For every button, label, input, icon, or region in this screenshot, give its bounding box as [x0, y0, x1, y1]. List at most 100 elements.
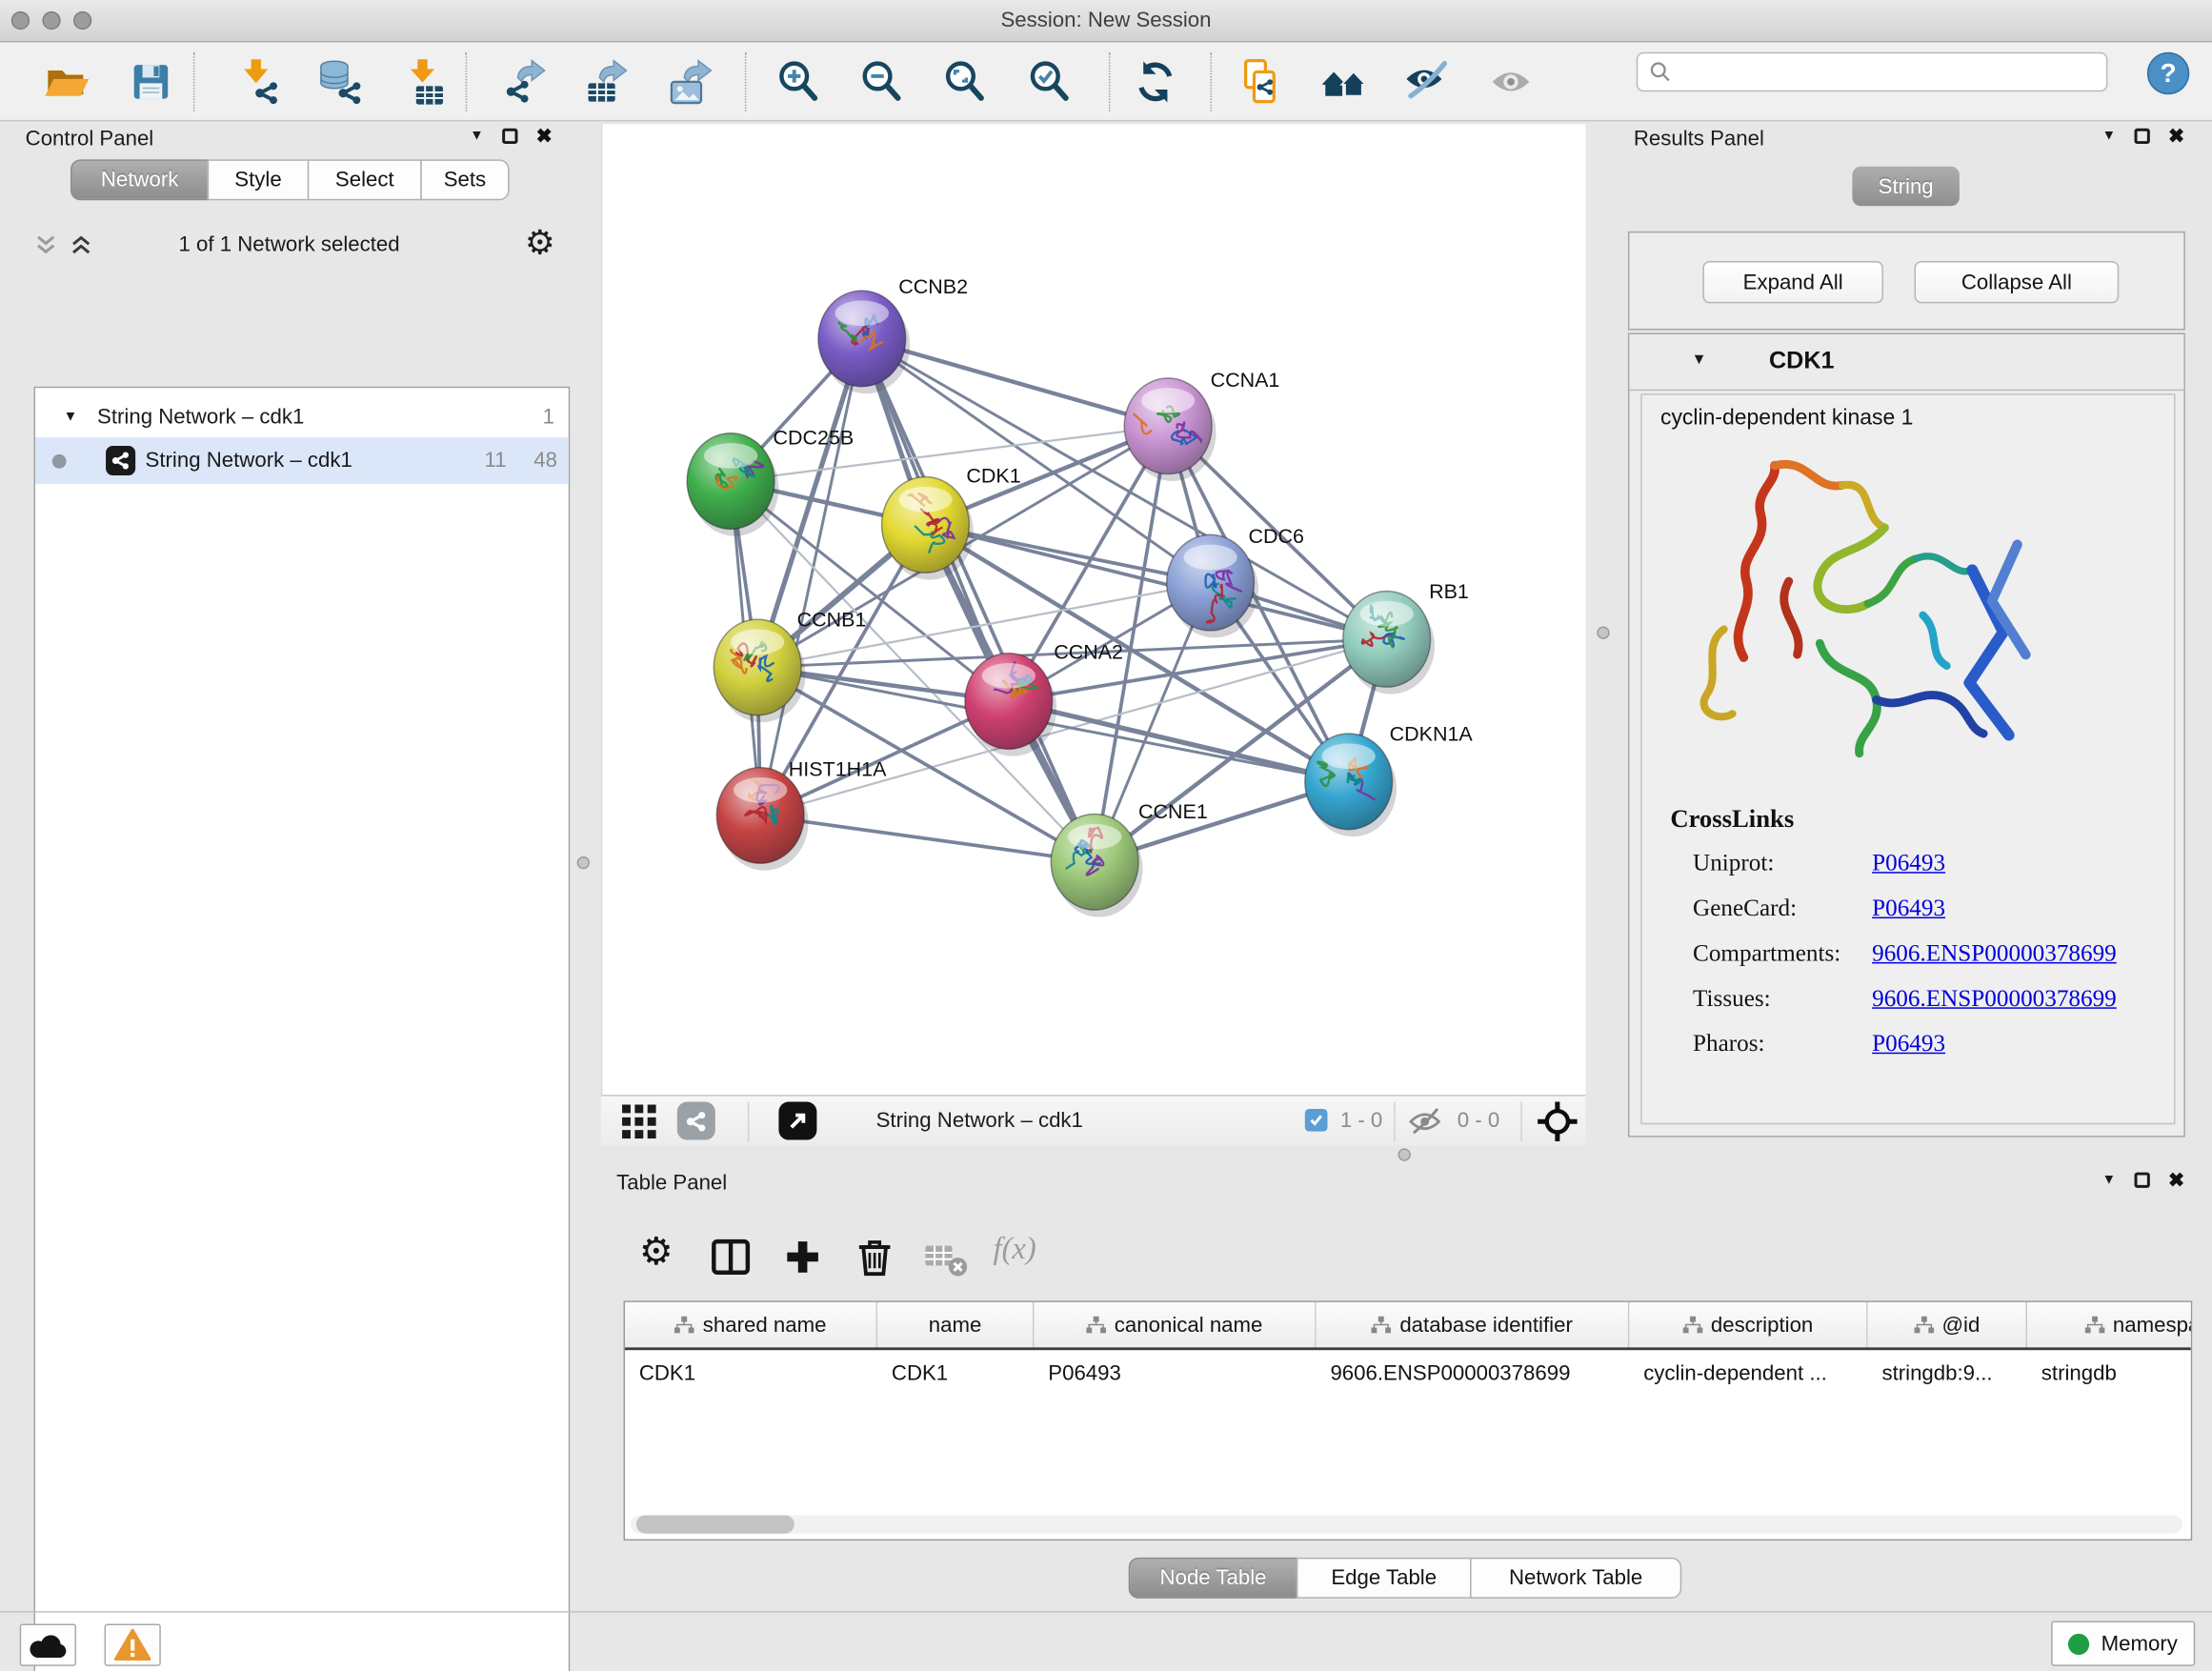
chevron-down-icon[interactable]: ▼: [1692, 352, 1707, 369]
panel-menu-icon[interactable]: ▼: [470, 129, 484, 144]
table-header-row: shared namenamecanonical namedatabase id…: [625, 1302, 2191, 1350]
tab-node-table[interactable]: Node Table: [1129, 1558, 1298, 1599]
panel-float-icon[interactable]: [2134, 129, 2149, 144]
column-header-shared-name[interactable]: shared name: [625, 1302, 877, 1347]
export-image-icon[interactable]: [666, 58, 714, 106]
share-view-icon[interactable]: [677, 1102, 715, 1140]
graph-node-CCNA2[interactable]: CCNA2: [965, 641, 1123, 756]
table-row[interactable]: CDK1CDK1P064939606.ENSP00000378699cyclin…: [625, 1350, 2191, 1395]
graph-node-CDC25B[interactable]: CDC25B: [687, 426, 854, 535]
zoom-selected-icon[interactable]: [1026, 58, 1074, 106]
panel-menu-icon[interactable]: ▼: [2101, 1173, 2116, 1188]
crosslink-link[interactable]: P06493: [1872, 849, 1945, 877]
chevron-down-icon[interactable]: ▼: [64, 409, 78, 424]
tab-edge-table[interactable]: Edge Table: [1297, 1558, 1472, 1599]
tab-network[interactable]: Network: [70, 159, 209, 200]
edge-CCNB2-HIST1H1A[interactable]: [760, 338, 862, 815]
horizontal-scrollbar[interactable]: [631, 1515, 2182, 1533]
node-count: 11: [485, 449, 507, 473]
column-header-name[interactable]: name: [877, 1302, 1034, 1347]
left-splitter-handle[interactable]: [577, 856, 590, 869]
copy-documents-icon[interactable]: [1236, 58, 1283, 106]
crosslink-link[interactable]: 9606.ENSP00000378699: [1872, 985, 2117, 1014]
column-header-database-identifier[interactable]: database identifier: [1317, 1302, 1630, 1347]
edge-HIST1H1A-CCNE1[interactable]: [760, 815, 1095, 862]
scrollbar-thumb[interactable]: [636, 1515, 794, 1533]
network-collection-row[interactable]: ▼ String Network – cdk1 1: [35, 395, 569, 437]
refresh-icon[interactable]: [1132, 58, 1179, 106]
network-selection-status: 1 of 1 Network selected: [11, 232, 567, 256]
table-cell[interactable]: CDK1: [625, 1360, 877, 1384]
delete-trash-icon[interactable]: [854, 1235, 895, 1278]
table-cell[interactable]: CDK1: [877, 1360, 1034, 1384]
open-session-icon[interactable]: [42, 58, 90, 106]
add-column-icon[interactable]: [781, 1236, 823, 1278]
show-columns-icon[interactable]: [710, 1236, 752, 1278]
tab-string[interactable]: String: [1852, 167, 1960, 206]
tab-select[interactable]: Select: [308, 159, 422, 200]
selected-checkbox-icon[interactable]: [1305, 1109, 1328, 1132]
crosslink-link[interactable]: 9606.ENSP00000378699: [1872, 939, 2117, 968]
tab-style[interactable]: Style: [208, 159, 310, 200]
panel-close-icon[interactable]: ✖: [536, 129, 553, 144]
tab-network-table[interactable]: Network Table: [1470, 1558, 1681, 1599]
panel-menu-icon[interactable]: ▼: [2101, 129, 2116, 144]
gene-header-row[interactable]: ▼ CDK1: [1629, 334, 2183, 391]
horizontal-splitter-handle[interactable]: [1398, 1148, 1411, 1160]
graph-node-CCNB1[interactable]: CCNB1: [714, 609, 866, 723]
graph-node-CCNA1[interactable]: CCNA1: [1124, 369, 1279, 481]
column-header-namespace[interactable]: namespace: [2027, 1302, 2192, 1347]
crosslink-link[interactable]: P06493: [1872, 895, 1945, 923]
table-cell[interactable]: 9606.ENSP00000378699: [1317, 1360, 1630, 1384]
graph-node-CDKN1A[interactable]: CDKN1A: [1305, 722, 1474, 836]
export-table-icon[interactable]: [583, 58, 631, 106]
column-header--id[interactable]: @id: [1868, 1302, 2027, 1347]
graph-node-CCNB2[interactable]: CCNB2: [818, 275, 968, 393]
hidden-eye-icon[interactable]: [1408, 1106, 1442, 1137]
graph-node-HIST1H1A[interactable]: HIST1H1A: [716, 757, 887, 870]
column-header-canonical-name[interactable]: canonical name: [1034, 1302, 1316, 1347]
crosslink-link[interactable]: P06493: [1872, 1030, 1945, 1058]
search-input[interactable]: [1672, 59, 2106, 85]
tab-sets[interactable]: Sets: [420, 159, 509, 200]
collapse-all-button[interactable]: Collapse All: [1915, 261, 2120, 303]
table-cell[interactable]: stringdb:9...: [1868, 1360, 2027, 1384]
table-cell[interactable]: cyclin-dependent ...: [1629, 1360, 1867, 1384]
cloud-button[interactable]: [20, 1623, 76, 1665]
zoom-out-icon[interactable]: [857, 58, 905, 106]
edge-CCNA2-CDKN1A[interactable]: [1009, 701, 1349, 781]
right-splitter-handle[interactable]: [1597, 627, 1609, 639]
panel-close-icon[interactable]: ✖: [2168, 129, 2184, 144]
grid-view-icon[interactable]: [621, 1103, 658, 1140]
memory-button[interactable]: Memory: [2051, 1621, 2195, 1666]
fit-content-crosshair-icon[interactable]: [1537, 1100, 1579, 1142]
table-cell[interactable]: stringdb: [2027, 1360, 2192, 1384]
gear-icon[interactable]: ⚙: [525, 223, 555, 264]
warnings-button[interactable]: [105, 1623, 161, 1665]
show-hide-panels-icon[interactable]: [1402, 58, 1450, 106]
gene-description: cyclin-dependent kinase 1: [1660, 406, 1913, 432]
import-table-icon[interactable]: [399, 58, 447, 106]
graph-node-RB1[interactable]: RB1: [1343, 580, 1469, 695]
network-canvas[interactable]: CCNB2CCNA1CDC25BCDK1CDC6RB1CCNB1CCNA2CDK…: [601, 124, 1586, 1095]
home-icon[interactable]: [1320, 58, 1368, 106]
network-row-selected[interactable]: String Network – cdk1 11 48: [35, 437, 569, 484]
help-button[interactable]: ?: [2147, 52, 2189, 94]
zoom-in-icon[interactable]: [774, 58, 822, 106]
import-network-icon[interactable]: [234, 58, 282, 106]
import-database-icon[interactable]: [316, 58, 364, 106]
expand-all-button[interactable]: Expand All: [1702, 261, 1883, 303]
panel-float-icon[interactable]: [502, 129, 517, 144]
export-network-icon[interactable]: [501, 58, 549, 106]
edge-CCNB2-CCNE1[interactable]: [862, 338, 1095, 861]
save-session-icon[interactable]: [127, 58, 174, 106]
search-box[interactable]: [1637, 52, 2108, 91]
birds-eye-view-icon[interactable]: [778, 1102, 816, 1140]
graph-node-CDK1[interactable]: CDK1: [882, 464, 1021, 579]
table-settings-gear-icon[interactable]: ⚙: [639, 1230, 674, 1274]
zoom-fit-icon[interactable]: [941, 58, 989, 106]
column-header-description[interactable]: description: [1629, 1302, 1867, 1347]
panel-close-icon[interactable]: ✖: [2168, 1173, 2184, 1188]
panel-float-icon[interactable]: [2134, 1173, 2149, 1188]
table-cell[interactable]: P06493: [1034, 1360, 1316, 1384]
